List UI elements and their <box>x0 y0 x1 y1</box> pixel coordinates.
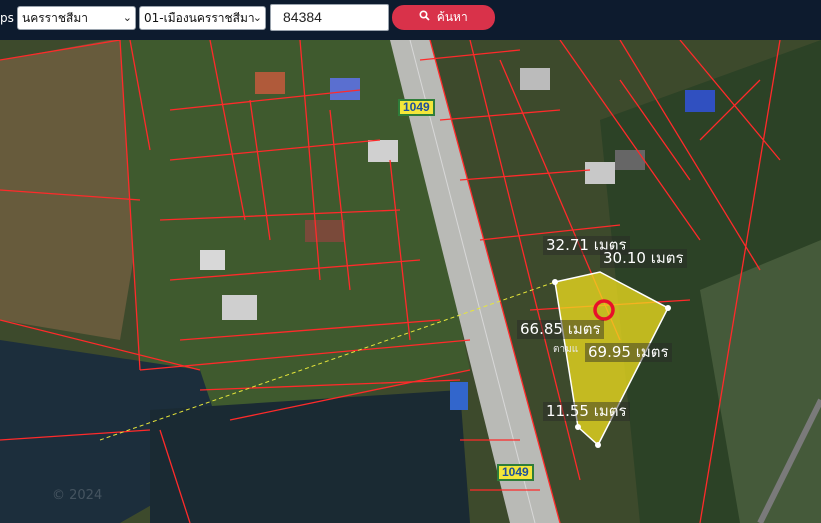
chevron-down-icon: ⌄ <box>252 11 262 24</box>
measurement-label: 11.55 เมตร <box>543 402 630 421</box>
search-button-label: ค้นหา <box>436 10 468 24</box>
parcel-number-input[interactable]: 84384 <box>270 4 389 31</box>
search-icon <box>419 10 434 24</box>
road-shield-1049-bottom: 1049 <box>497 464 534 481</box>
district-select[interactable]: 01-เมืองนครราชสีมา ⌄ <box>139 6 266 30</box>
measurement-label: 69.95 เมตร <box>585 343 672 362</box>
road-shield-1049-top: 1049 <box>398 99 435 116</box>
search-button[interactable]: ค้นหา <box>392 5 495 30</box>
district-select-value: 01-เมืองนครราชสีมา <box>144 11 255 25</box>
measurement-label: 30.10 เมตร <box>600 249 687 268</box>
satellite-map[interactable]: 1049 1049 32.71 เมตร 30.10 เมตร 66.85 เม… <box>0 40 821 523</box>
brand-text: ps <box>0 11 14 25</box>
province-select-value: นครราชสีมา <box>22 11 88 25</box>
map-copyright: © 2024 <box>52 488 103 503</box>
map-small-label: ตามแ <box>553 344 579 355</box>
top-toolbar: ps นครราชสีมา ⌄ 01-เมืองนครราชสีมา ⌄ 843… <box>0 0 821 40</box>
province-select[interactable]: นครราชสีมา ⌄ <box>17 6 136 30</box>
measurement-label: 66.85 เมตร <box>517 320 604 339</box>
chevron-down-icon: ⌄ <box>122 11 132 24</box>
